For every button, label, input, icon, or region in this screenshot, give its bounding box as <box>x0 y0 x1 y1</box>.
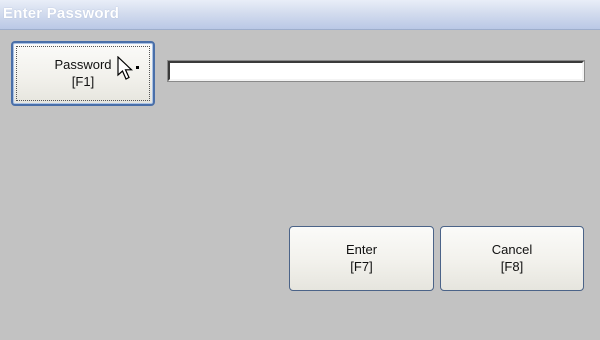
enter-button-shortcut: [F7] <box>350 259 373 274</box>
enter-password-window: Enter Password Password [F1] Enter [F7] … <box>0 0 600 340</box>
cancel-button-label: Cancel <box>491 242 533 257</box>
password-input[interactable] <box>167 60 585 82</box>
window-title: Enter Password <box>3 5 120 22</box>
password-button[interactable]: Password [F1] <box>11 41 155 106</box>
title-bar[interactable]: Enter Password <box>0 0 600 30</box>
enter-button-label: Enter <box>345 242 378 257</box>
cancel-button[interactable]: Cancel [F8] <box>440 226 584 291</box>
password-button-label: Password <box>54 57 112 72</box>
cancel-button-shortcut: [F8] <box>500 259 524 274</box>
password-button-shortcut: [F1] <box>71 74 95 89</box>
enter-button[interactable]: Enter [F7] <box>289 226 434 291</box>
